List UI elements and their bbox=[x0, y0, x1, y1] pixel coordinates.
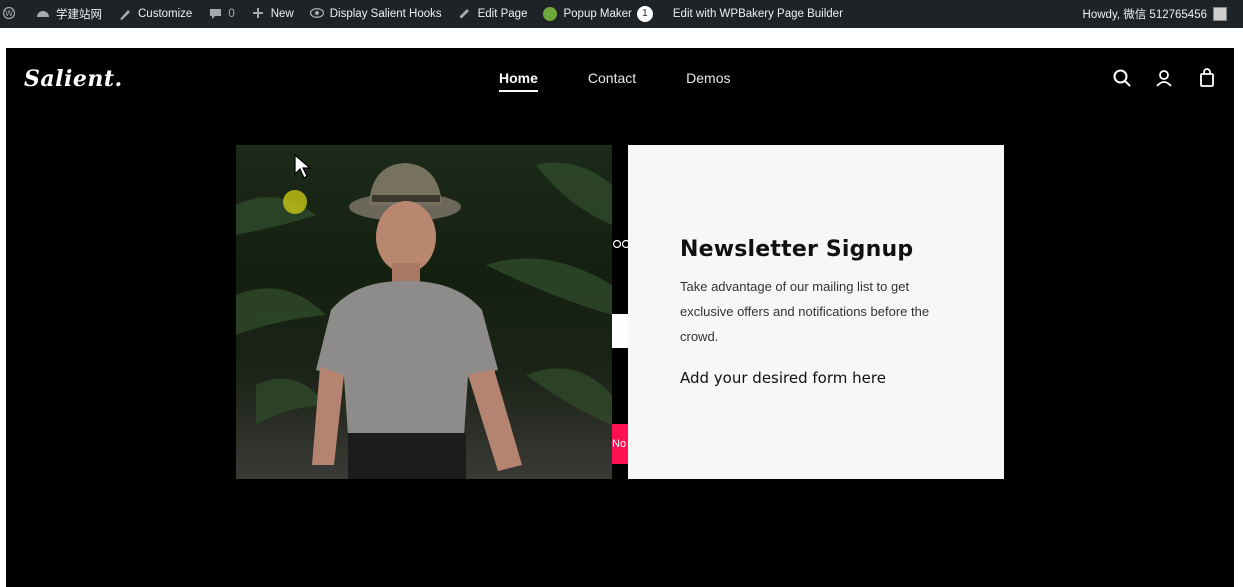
brush-icon bbox=[118, 7, 132, 21]
wpbakery-link[interactable]: Edit with WPBakery Page Builder bbox=[661, 0, 851, 28]
mouse-cursor-icon bbox=[294, 154, 312, 179]
howdy-label: Howdy, 微信 512765456 bbox=[1082, 9, 1207, 21]
edit-page-link[interactable]: Edit Page bbox=[450, 0, 536, 28]
customize-label: Customize bbox=[138, 8, 193, 20]
customize-link[interactable]: Customize bbox=[110, 0, 200, 28]
nav-item-demos[interactable]: Demos bbox=[686, 70, 730, 92]
site-name-label: 学建站网 bbox=[56, 9, 102, 21]
my-account-menu[interactable]: Howdy, 微信 512765456 bbox=[1083, 0, 1227, 28]
wp-logo-menu[interactable]: W bbox=[0, 0, 28, 28]
main-nav: Home Contact Demos bbox=[499, 70, 781, 92]
new-content-menu[interactable]: New bbox=[243, 0, 302, 28]
search-icon[interactable] bbox=[1112, 68, 1132, 88]
wpbakery-label: Edit with WPBakery Page Builder bbox=[672, 8, 843, 20]
dashboard-icon bbox=[36, 7, 50, 21]
display-hooks-link[interactable]: Display Salient Hooks bbox=[302, 0, 450, 28]
cursor-highlight bbox=[283, 190, 307, 214]
popup-form-placeholder: Add your desired form here bbox=[680, 369, 886, 387]
nav-item-contact[interactable]: Contact bbox=[588, 70, 636, 92]
newsletter-popup: Newsletter Signup Take advantage of our … bbox=[628, 145, 1004, 479]
avatar bbox=[1213, 7, 1227, 21]
cart-icon[interactable] bbox=[1198, 68, 1218, 88]
eye-icon bbox=[309, 7, 324, 21]
hero-cta-label: No bbox=[612, 438, 627, 450]
site-page: Salient. Home Contact Demos No Newslette… bbox=[6, 48, 1234, 587]
plus-icon bbox=[251, 7, 265, 21]
popup-count-badge: 1 bbox=[636, 6, 653, 22]
site-name-menu[interactable]: 学建站网 bbox=[28, 0, 110, 28]
popup-maker-menu[interactable]: Popup Maker 1 bbox=[535, 0, 660, 28]
nav-item-home[interactable]: Home bbox=[499, 70, 538, 92]
wp-admin-bar: W 学建站网 Customize 0 New Display Salient H… bbox=[0, 0, 1243, 28]
pencil-icon bbox=[458, 7, 472, 21]
edit-page-label: Edit Page bbox=[477, 8, 528, 20]
hero-heading-fragment bbox=[612, 314, 628, 348]
site-logo[interactable]: Salient. bbox=[24, 66, 123, 92]
comment-icon bbox=[208, 7, 222, 21]
wordpress-icon: W bbox=[2, 6, 16, 21]
popup-maker-label: Popup Maker bbox=[563, 8, 632, 20]
comments-link[interactable]: 0 bbox=[200, 0, 242, 28]
popup-maker-icon bbox=[543, 7, 558, 21]
popup-description: Take advantage of our mailing list to ge… bbox=[680, 279, 930, 344]
svg-text:W: W bbox=[5, 9, 13, 18]
hero-cta-button[interactable]: No bbox=[612, 424, 628, 464]
new-label: New bbox=[270, 8, 294, 20]
display-hooks-label: Display Salient Hooks bbox=[329, 8, 442, 20]
popup-title: Newsletter Signup bbox=[680, 237, 914, 262]
comments-count: 0 bbox=[228, 8, 235, 20]
account-icon[interactable] bbox=[1154, 68, 1174, 88]
